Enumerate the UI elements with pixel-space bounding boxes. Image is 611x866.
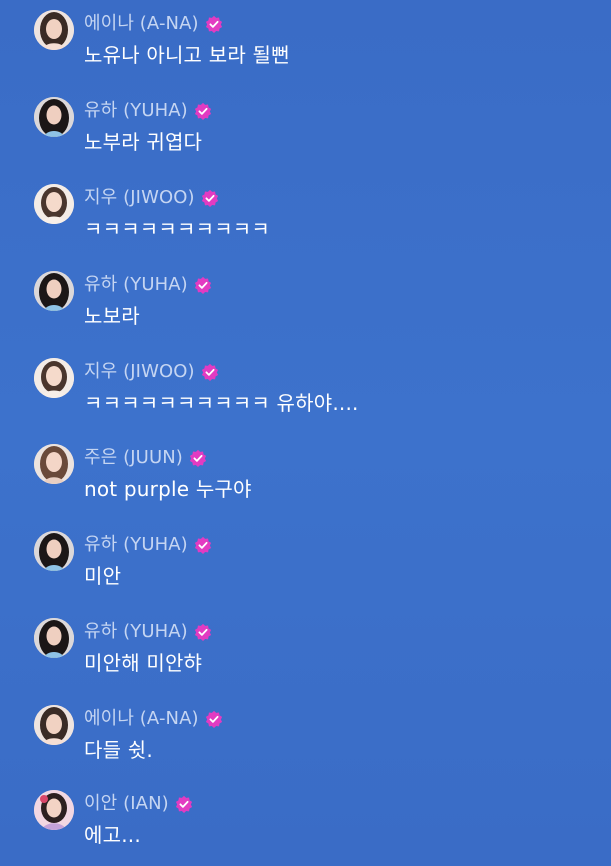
avatar[interactable] xyxy=(34,271,74,311)
verified-icon xyxy=(194,276,212,294)
message-text[interactable]: 노부라 귀엽다 xyxy=(84,129,202,155)
chat-message: 유하 (YUHA) 미안 xyxy=(34,531,601,601)
member-avatar-yuha xyxy=(34,618,74,658)
sender-name[interactable]: 이안 (IAN) xyxy=(84,793,169,815)
member-avatar-a-na xyxy=(34,705,74,745)
message-text[interactable]: 미안 xyxy=(84,563,121,589)
verified-icon xyxy=(194,623,212,641)
chat-message: 이안 (IAN) 에고... xyxy=(34,790,601,860)
message-meta: 지우 (JIWOO) xyxy=(84,187,219,209)
chat-message: 유하 (YUHA) 미안해 미안햐 xyxy=(34,618,601,688)
message-text[interactable]: ㅋㅋㅋㅋㅋㅋㅋㅋㅋㅋ xyxy=(84,216,270,242)
chat-message: 주은 (JUUN) not purple 누구야 xyxy=(34,444,601,514)
message-text[interactable]: 다들 쉿. xyxy=(84,737,153,763)
message-meta: 지우 (JIWOO) xyxy=(84,361,219,383)
message-meta: 유하 (YUHA) xyxy=(84,274,212,296)
sender-name[interactable]: 유하 (YUHA) xyxy=(84,274,188,296)
avatar[interactable] xyxy=(34,10,74,50)
message-text[interactable]: 에고... xyxy=(84,822,141,848)
avatar[interactable] xyxy=(34,705,74,745)
avatar[interactable] xyxy=(34,184,74,224)
member-avatar-jiwoo xyxy=(34,184,74,224)
member-avatar-a-na xyxy=(34,10,74,50)
avatar[interactable] xyxy=(34,97,74,137)
chat-feed: 에이나 (A-NA) 노유나 아니고 보라 될뻔 유하 (YUHA) 노부라 귀… xyxy=(0,0,611,866)
verified-icon xyxy=(205,710,223,728)
avatar[interactable] xyxy=(34,444,74,484)
chat-message: 유하 (YUHA) 노보라 xyxy=(34,271,601,341)
chat-message: 지우 (JIWOO) ㅋㅋㅋㅋㅋㅋㅋㅋㅋㅋ 유하야.... xyxy=(34,358,601,428)
sender-name[interactable]: 유하 (YUHA) xyxy=(84,621,188,643)
message-meta: 유하 (YUHA) xyxy=(84,100,212,122)
member-avatar-yuha xyxy=(34,97,74,137)
sender-name[interactable]: 주은 (JUUN) xyxy=(84,447,183,469)
message-meta: 이안 (IAN) xyxy=(84,793,193,815)
verified-icon xyxy=(189,449,207,467)
chat-message: 유하 (YUHA) 노부라 귀엽다 xyxy=(34,97,601,167)
message-text[interactable]: 노유나 아니고 보라 될뻔 xyxy=(84,42,290,68)
chat-message: 에이나 (A-NA) 노유나 아니고 보라 될뻔 xyxy=(34,10,601,80)
verified-icon xyxy=(194,102,212,120)
verified-icon xyxy=(201,363,219,381)
message-meta: 에이나 (A-NA) xyxy=(84,13,223,35)
verified-icon xyxy=(205,15,223,33)
member-avatar-jiwoo xyxy=(34,358,74,398)
avatar[interactable] xyxy=(34,790,74,830)
member-avatar-juun xyxy=(34,444,74,484)
verified-icon xyxy=(194,536,212,554)
avatar[interactable] xyxy=(34,618,74,658)
member-avatar-yuha xyxy=(34,531,74,571)
chat-message: 지우 (JIWOO) ㅋㅋㅋㅋㅋㅋㅋㅋㅋㅋ xyxy=(34,184,601,254)
message-text[interactable]: not purple 누구야 xyxy=(84,476,252,502)
member-avatar-ian xyxy=(34,790,74,830)
verified-icon xyxy=(201,189,219,207)
sender-name[interactable]: 에이나 (A-NA) xyxy=(84,13,199,35)
verified-icon xyxy=(175,795,193,813)
sender-name[interactable]: 지우 (JIWOO) xyxy=(84,361,195,383)
sender-name[interactable]: 유하 (YUHA) xyxy=(84,100,188,122)
avatar[interactable] xyxy=(34,531,74,571)
message-meta: 유하 (YUHA) xyxy=(84,621,212,643)
message-text[interactable]: 미안해 미안햐 xyxy=(84,650,202,676)
message-text[interactable]: 노보라 xyxy=(84,303,140,329)
message-meta: 에이나 (A-NA) xyxy=(84,708,223,730)
avatar[interactable] xyxy=(34,358,74,398)
sender-name[interactable]: 유하 (YUHA) xyxy=(84,534,188,556)
message-meta: 유하 (YUHA) xyxy=(84,534,212,556)
chat-message: 에이나 (A-NA) 다들 쉿. xyxy=(34,705,601,775)
member-avatar-yuha xyxy=(34,271,74,311)
message-meta: 주은 (JUUN) xyxy=(84,447,207,469)
message-text[interactable]: ㅋㅋㅋㅋㅋㅋㅋㅋㅋㅋ 유하야.... xyxy=(84,390,359,416)
sender-name[interactable]: 지우 (JIWOO) xyxy=(84,187,195,209)
sender-name[interactable]: 에이나 (A-NA) xyxy=(84,708,199,730)
